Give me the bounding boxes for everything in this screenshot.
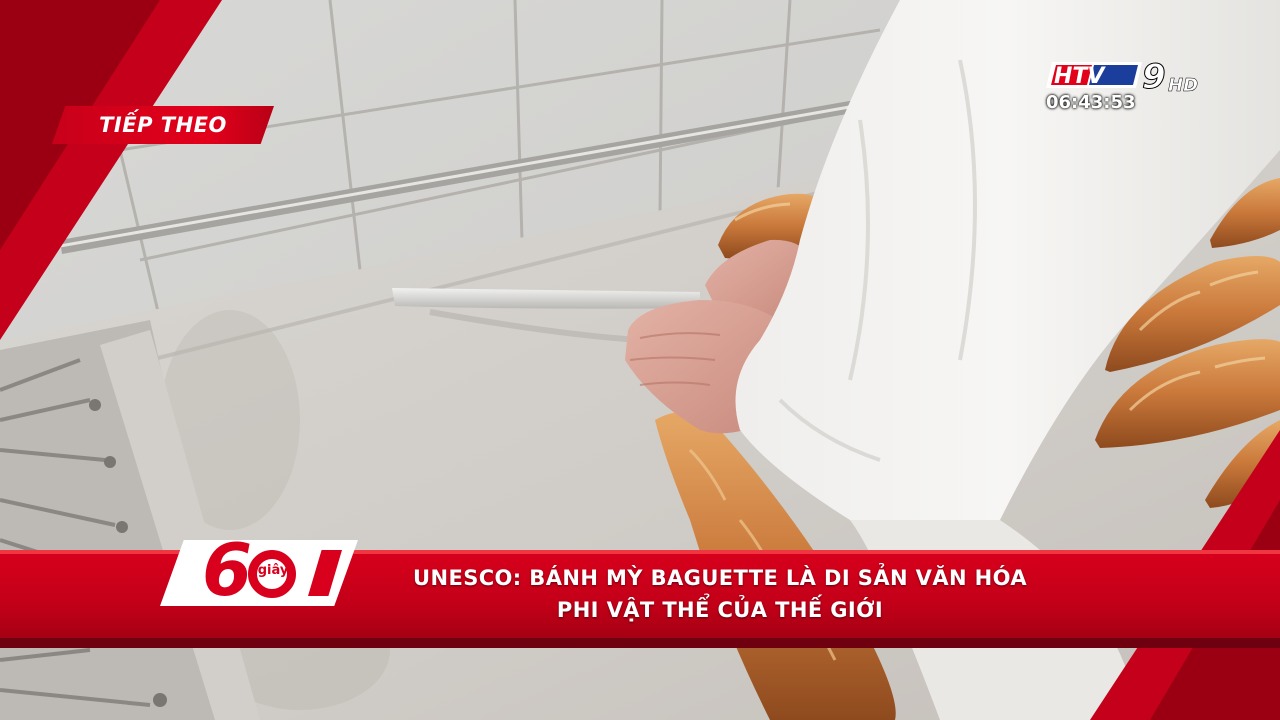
logo-unit: giây [257, 563, 289, 578]
next-up-label: TIẾP THEO [99, 113, 227, 137]
60-giay-program-logo: 6 giây [160, 534, 358, 606]
news-headline: UNESCO: BÁNH MỲ BAGUETTE LÀ DI SẢN VĂN H… [350, 562, 1090, 626]
next-up-tag: TIẾP THEO [52, 106, 274, 144]
logo-digit: 6 [202, 528, 253, 612]
svg-text:HD: HD [1168, 75, 1198, 94]
broadcast-clock: 06:43:53 [1046, 92, 1136, 113]
svg-text:9: 9 [1142, 58, 1166, 94]
svg-text:HTV: HTV [1054, 64, 1106, 89]
htv9-channel-logo: HTV 9 HD [1046, 58, 1198, 94]
headline-line-1: UNESCO: BÁNH MỲ BAGUETTE LÀ DI SẢN VĂN H… [413, 566, 1027, 590]
video-frame: TIẾP THEO HTV 9 HD 06:43:53 6 giây UNESC… [0, 0, 1280, 720]
headline-line-2: PHI VẬT THỂ CỦA THẾ GIỚI [556, 598, 884, 622]
banner-shadow-strip [0, 638, 1280, 648]
